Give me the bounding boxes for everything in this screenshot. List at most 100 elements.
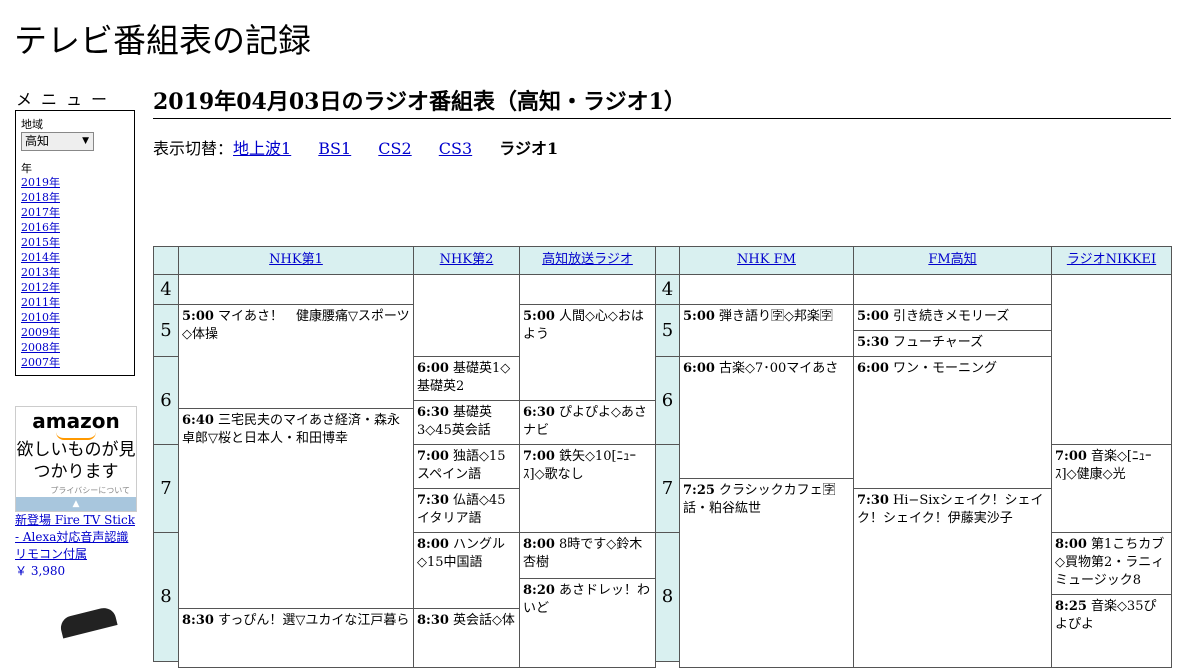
year-link[interactable]: 2010年: [21, 311, 60, 324]
hour-cell: 5: [655, 304, 680, 357]
year-item: 2008年: [21, 340, 60, 355]
year-item: 2012年: [21, 280, 60, 295]
program-cell-empty: [178, 274, 414, 305]
year-link[interactable]: 2016年: [21, 221, 60, 234]
program-cell[interactable]: 8:00 8時です◇鈴木杏樹: [519, 532, 656, 579]
hour-cell: 7: [655, 444, 680, 533]
year-link[interactable]: 2014年: [21, 251, 60, 264]
program-cell-empty: [853, 274, 1052, 305]
program-cell[interactable]: 6:30 ぴよぴよ◇あさナビ: [519, 400, 656, 445]
program-cell-empty: [679, 274, 854, 305]
hour-cell: 6: [655, 356, 680, 445]
menu-label: メニュー: [16, 90, 117, 109]
program-cell[interactable]: 6:40 三宅民夫のマイあさ経済・森永卓郎▽桜と日本人・和田博幸: [178, 408, 414, 609]
year-link[interactable]: 2015年: [21, 236, 60, 249]
hour-cell: 6: [153, 356, 179, 445]
ad-text: 欲しいものが見つかります: [16, 440, 136, 482]
year-item: 2018年: [21, 190, 60, 205]
amazon-logo: amazon: [32, 409, 120, 433]
year-item: 2015年: [21, 235, 60, 250]
program-cell[interactable]: 8:30 英会話◇体: [413, 608, 520, 668]
program-cell-empty: [519, 274, 656, 305]
program-cell[interactable]: 5:00 引き続きメモリーズ: [853, 304, 1052, 331]
program-cell[interactable]: 8:20 あさドレッ！わいど: [519, 578, 656, 668]
program-cell[interactable]: 8:25 音楽◇35ぴよぴよ: [1051, 594, 1172, 668]
year-item: 2011年: [21, 295, 60, 310]
year-label: 年: [21, 162, 32, 175]
region-label: 地域: [21, 118, 43, 131]
page-title: 2019年04月03日のラジオ番組表（高知・ラジオ1）: [153, 84, 1171, 119]
program-grid: NHK第1 NHK第2 高知放送ラジオ NHK FM FM高知 ラジオNIKKE…: [153, 246, 1173, 668]
station-link[interactable]: FM高知: [928, 252, 976, 267]
switch-link-cs2[interactable]: CS2: [378, 139, 411, 158]
year-item: 2014年: [21, 250, 60, 265]
station-link[interactable]: ラジオNIKKEI: [1067, 252, 1156, 267]
switch-label: 表示切替：: [153, 139, 234, 158]
program-cell[interactable]: 6:00 ワン・モーニング: [853, 356, 1052, 489]
program-cell-empty: [413, 274, 520, 357]
program-cell[interactable]: 5:00 弾き語り🈑◇邦楽🈑: [679, 304, 854, 357]
fire-tv-remote-image: [58, 605, 118, 639]
ad-privacy-link[interactable]: プライバシーについて: [50, 485, 130, 496]
switch-link-bs[interactable]: BS1: [318, 139, 351, 158]
program-cell[interactable]: 8:00 ハングル◇15中国語: [413, 532, 520, 609]
station-link[interactable]: NHK第2: [440, 252, 494, 267]
region-select[interactable]: 高知 ▼: [21, 132, 94, 151]
station-link[interactable]: 高知放送ラジオ: [542, 252, 633, 267]
year-item: 2017年: [21, 205, 60, 220]
hour-cell: 7: [153, 444, 179, 533]
program-cell[interactable]: 5:00 マイあさ！ 健康腰痛▽スポーツ◇体操: [178, 304, 414, 409]
program-cell[interactable]: 6:00 古楽◇7･00マイあさ: [679, 356, 854, 479]
program-cell[interactable]: 8:30 すっぴん！選▽ユカイな江戸暮ら: [178, 608, 414, 668]
year-item: 2009年: [21, 325, 60, 340]
hour-cell: 8: [153, 532, 179, 662]
year-item: 2010年: [21, 310, 60, 325]
year-link[interactable]: 2019年: [21, 176, 60, 189]
ad-banner[interactable]: amazon 欲しいものが見つかります プライバシーについて ▲: [15, 406, 137, 512]
hour-cell: 4: [153, 274, 179, 305]
ad-scroll-bar[interactable]: ▲: [16, 497, 136, 511]
ad-price: ￥ 3,980: [15, 564, 66, 578]
year-item: 2007年: [21, 355, 60, 370]
chevron-up-icon: ▲: [72, 499, 80, 509]
station-header-nhk1: NHK第1: [178, 246, 414, 275]
year-link[interactable]: 2007年: [21, 356, 60, 369]
year-link[interactable]: 2018年: [21, 191, 60, 204]
ad-product-link[interactable]: 新登場 Fire TV Stick - Alexa対応音声認識リモコン付属: [15, 512, 137, 563]
year-link[interactable]: 2013年: [21, 266, 60, 279]
year-link[interactable]: 2017年: [21, 206, 60, 219]
program-cell[interactable]: 5:00 人間◇心◇おはよう: [519, 304, 656, 401]
year-link[interactable]: 2012年: [21, 281, 60, 294]
station-header-fmkochi: FM高知: [853, 246, 1052, 275]
year-link[interactable]: 2008年: [21, 341, 60, 354]
station-link[interactable]: NHK第1: [269, 252, 323, 267]
program-cell[interactable]: 7:00 独語◇15スペイン語: [413, 444, 520, 489]
program-cell[interactable]: 5:30 フューチャーズ: [853, 330, 1052, 357]
program-cell[interactable]: 7:25 クラシックカフェ🈑話・粕谷紘世: [679, 478, 854, 668]
program-cell[interactable]: 7:00 鉄矢◇10[ﾆｭｰｽ]◇歌なし: [519, 444, 656, 533]
hour-cell: 8: [655, 532, 680, 662]
hour-cell: 4: [655, 274, 680, 305]
region-select-value: 高知: [25, 134, 50, 148]
display-switch: 表示切替：地上波1 BS1 CS2 CS3 ラジオ1: [153, 135, 558, 159]
year-item: 2016年: [21, 220, 60, 235]
program-cell[interactable]: 7:30 Hi−Sixシェイク！シェイク！シェイク！伊藤実沙子: [853, 488, 1052, 668]
header-corner: [655, 246, 680, 275]
program-cell[interactable]: 6:30 基礎英3◇45英会話: [413, 400, 520, 445]
year-list: 2019年 2018年 2017年 2016年 2015年 2014年 2013…: [21, 175, 60, 370]
site-title: テレビ番組表の記録: [14, 21, 311, 60]
switch-link-terrestrial[interactable]: 地上波1: [233, 139, 291, 158]
program-cell[interactable]: 8:00 第1こちカブ◇買物第2・ラニィミュージック8: [1051, 532, 1172, 595]
year-link[interactable]: 2011年: [21, 296, 60, 309]
dropdown-arrow-icon: ▼: [82, 136, 89, 146]
switch-link-cs3[interactable]: CS3: [439, 139, 472, 158]
header-corner: [153, 246, 179, 275]
station-link[interactable]: NHK FM: [737, 252, 796, 267]
program-cell[interactable]: 7:00 音楽◇[ﾆｭｰｽ]◇健康◇光: [1051, 444, 1172, 533]
program-cell[interactable]: 7:30 仏語◇45イタリア語: [413, 488, 520, 533]
station-header-nhkfm: NHK FM: [679, 246, 854, 275]
station-header-rkc: 高知放送ラジオ: [519, 246, 656, 275]
year-item: 2013年: [21, 265, 60, 280]
year-link[interactable]: 2009年: [21, 326, 60, 339]
program-cell[interactable]: 6:00 基礎英1◇基礎英2: [413, 356, 520, 401]
